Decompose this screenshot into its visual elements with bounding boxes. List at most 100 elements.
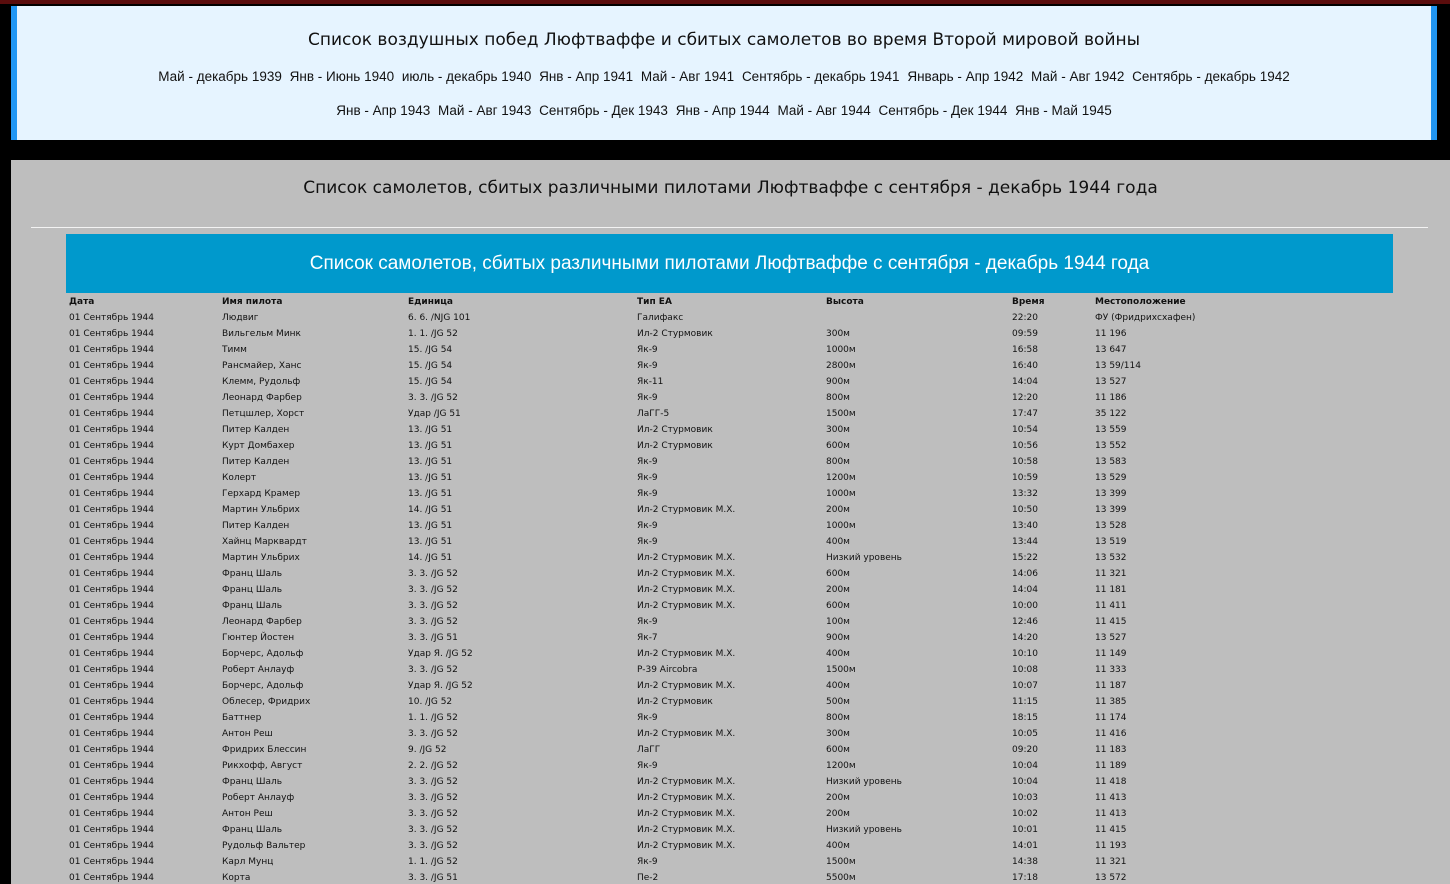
cell-time: 15:22 [1012,553,1038,563]
cell-pilot: Петцшлер, Хорст [222,409,305,419]
cell-aircraft-type: P-39 Aircobra [637,665,698,675]
table-row: 01 Сентябрь 1944 Франц Шаль 3. 3. /JG 52 Ил… [66,822,1245,838]
cell-aircraft-type: Галифакс [637,313,684,323]
cell-location: 11 415 [1095,617,1127,627]
navigation-panel: Список воздушных побед Люфтваффе и сбиты… [11,6,1437,140]
period-link[interactable]: Май - Авг 1941 [641,69,734,84]
cell-time: 10:07 [1012,681,1038,691]
cell-aircraft-type: Ил-2 Стурмовик М.Х. [637,649,736,659]
cell-date: 01 Сентябрь 1944 [69,457,155,467]
cell-unit: 10. /JG 52 [408,697,453,707]
cell-unit: Удар Я. /JG 52 [408,649,473,659]
site-title: Список воздушных побед Люфтваффе и сбиты… [307,30,1141,50]
cell-altitude: Низкий уровень [826,553,902,563]
cell-altitude [823,310,1009,326]
table-row: 01 Сентябрь 1944 Герхард Крамер 13. /JG 51… [66,486,1245,502]
cell-unit: 13. /JG 51 [408,457,453,467]
period-link[interactable]: Янв - Апр 1943 [336,103,430,118]
cell-pilot: Вильгельм Минк [222,329,301,339]
cell-time: 12:20 [1012,393,1038,403]
cell-date: 01 Сентябрь 1944 [69,537,155,547]
cell-date: 01 Сентябрь 1944 [69,809,155,819]
cell-time: 10:59 [1012,473,1038,483]
cell-unit: 3. 3. /JG 52 [408,777,458,787]
cell-unit: 3. 3. /JG 52 [408,617,458,627]
cell-time: 14:06 [1012,569,1038,579]
cell-date: 01 Сентябрь 1944 [69,857,155,867]
cell-pilot: Рикхофф, Август [222,761,303,771]
cell-date: 01 Сентябрь 1944 [69,409,155,419]
cell-aircraft-type: Ил-2 Стурмовик М.Х. [637,825,736,835]
cell-aircraft-type: Ил-2 Стурмовик М.Х. [637,681,736,691]
cell-time: 10:00 [1012,601,1038,611]
cell-date: 01 Сентябрь 1944 [69,873,155,883]
cell-pilot: Герхард Крамер [222,489,301,499]
column-header-unit: Единица [408,297,453,307]
period-link[interactable]: июль - декабрь 1940 [402,69,531,84]
cell-time: 09:20 [1012,745,1038,755]
period-link[interactable]: Май - Авг 1944 [777,103,870,118]
cell-location: 13 399 [1095,505,1127,515]
cell-time: 16:40 [1012,361,1038,371]
cell-altitude: 400м [826,681,850,691]
period-link[interactable]: Янв - Апр 1944 [676,103,770,118]
cell-pilot: Рудольф Вальтер [222,841,306,851]
cell-unit: 1. 1. /JG 52 [408,329,458,339]
period-link[interactable]: Янв - Июнь 1940 [290,69,394,84]
cell-time: 14:38 [1012,857,1038,867]
cell-time: 13:32 [1012,489,1038,499]
period-link[interactable]: Май - Авг 1942 [1031,69,1124,84]
cell-date: 01 Сентябрь 1944 [69,569,155,579]
cell-date: 01 Сентябрь 1944 [69,649,155,659]
cell-time: 10:08 [1012,665,1038,675]
cell-pilot: Хайнц Марквардт [222,537,307,547]
cell-location: 11 416 [1095,729,1127,739]
cell-altitude: 200м [826,585,850,595]
table-row: 01 Сентябрь 1944 Роберт Анлауф 3. 3. /JG 5… [66,662,1245,678]
cell-time: 17:47 [1012,409,1038,419]
cell-altitude: 200м [826,505,850,515]
cell-location: 13 552 [1095,441,1127,451]
cell-pilot: Роберт Анлауф [222,665,295,675]
cell-pilot: Облесер, Фридрих [222,697,311,707]
cell-time: 10:50 [1012,505,1038,515]
table-row: 01 Сентябрь 1944 Борчерс, Адольф Удар Я. /… [66,678,1245,694]
table-row: 01 Сентябрь 1944 Борчерс, Адольф Удар Я. /… [66,646,1245,662]
cell-time: 14:04 [1012,377,1038,387]
content-panel: Список самолетов, сбитых различными пило… [11,160,1450,884]
cell-aircraft-type: ЛаГГ-5 [637,409,670,419]
table-row: 01 Сентябрь 1944 Фридрих Блессин 9. /JG 52… [66,742,1245,758]
cell-aircraft-type: Як-9 [637,489,658,499]
cell-unit: 14. /JG 51 [408,553,453,563]
period-link[interactable]: Сентябрь - Дек 1943 [539,103,668,118]
period-link[interactable]: Май - декабрь 1939 [158,69,282,84]
cell-pilot: Клемм, Рудольф [222,377,301,387]
cell-pilot: Борчерс, Адольф [222,649,304,659]
cell-unit: 13. /JG 51 [408,473,453,483]
cell-unit: 1. 1. /JG 52 [408,857,458,867]
cell-time: 10:56 [1012,441,1038,451]
cell-date: 01 Сентябрь 1944 [69,601,155,611]
cell-pilot: Франц Шаль [222,569,283,579]
cell-altitude: 1500м [826,857,856,867]
cell-pilot: Антон Реш [222,729,273,739]
table-row: 01 Сентябрь 1944 Леонард Фарбер 3. 3. /JG … [66,390,1245,406]
period-link[interactable]: Сентябрь - декабрь 1942 [1132,69,1290,84]
cell-location: 11 149 [1095,649,1127,659]
cell-aircraft-type: Як-9 [637,617,658,627]
cell-altitude: 600м [826,745,850,755]
period-link[interactable]: Январь - Апр 1942 [907,69,1023,84]
period-link[interactable]: Янв - Апр 1941 [539,69,633,84]
period-link[interactable]: Сентябрь - декабрь 1941 [742,69,900,84]
cell-altitude: 300м [826,329,850,339]
table-row: 01 Сентябрь 1944 Антон Реш 3. 3. /JG 52 Ил-… [66,806,1245,822]
cell-time: 09:59 [1012,329,1038,339]
period-link[interactable]: Май - Авг 1943 [438,103,531,118]
period-link[interactable]: Янв - Май 1945 [1015,103,1112,118]
cell-unit: 3. 3. /JG 52 [408,585,458,595]
cell-unit: 3. 3. /JG 51 [408,633,458,643]
table-row: 01 Сентябрь 1944 Рикхофф, Август 2. 2. /JG… [66,758,1245,774]
cell-altitude: 1500м [826,665,856,675]
cell-location: 13 572 [1095,873,1127,883]
period-link[interactable]: Сентябрь - Дек 1944 [879,103,1008,118]
